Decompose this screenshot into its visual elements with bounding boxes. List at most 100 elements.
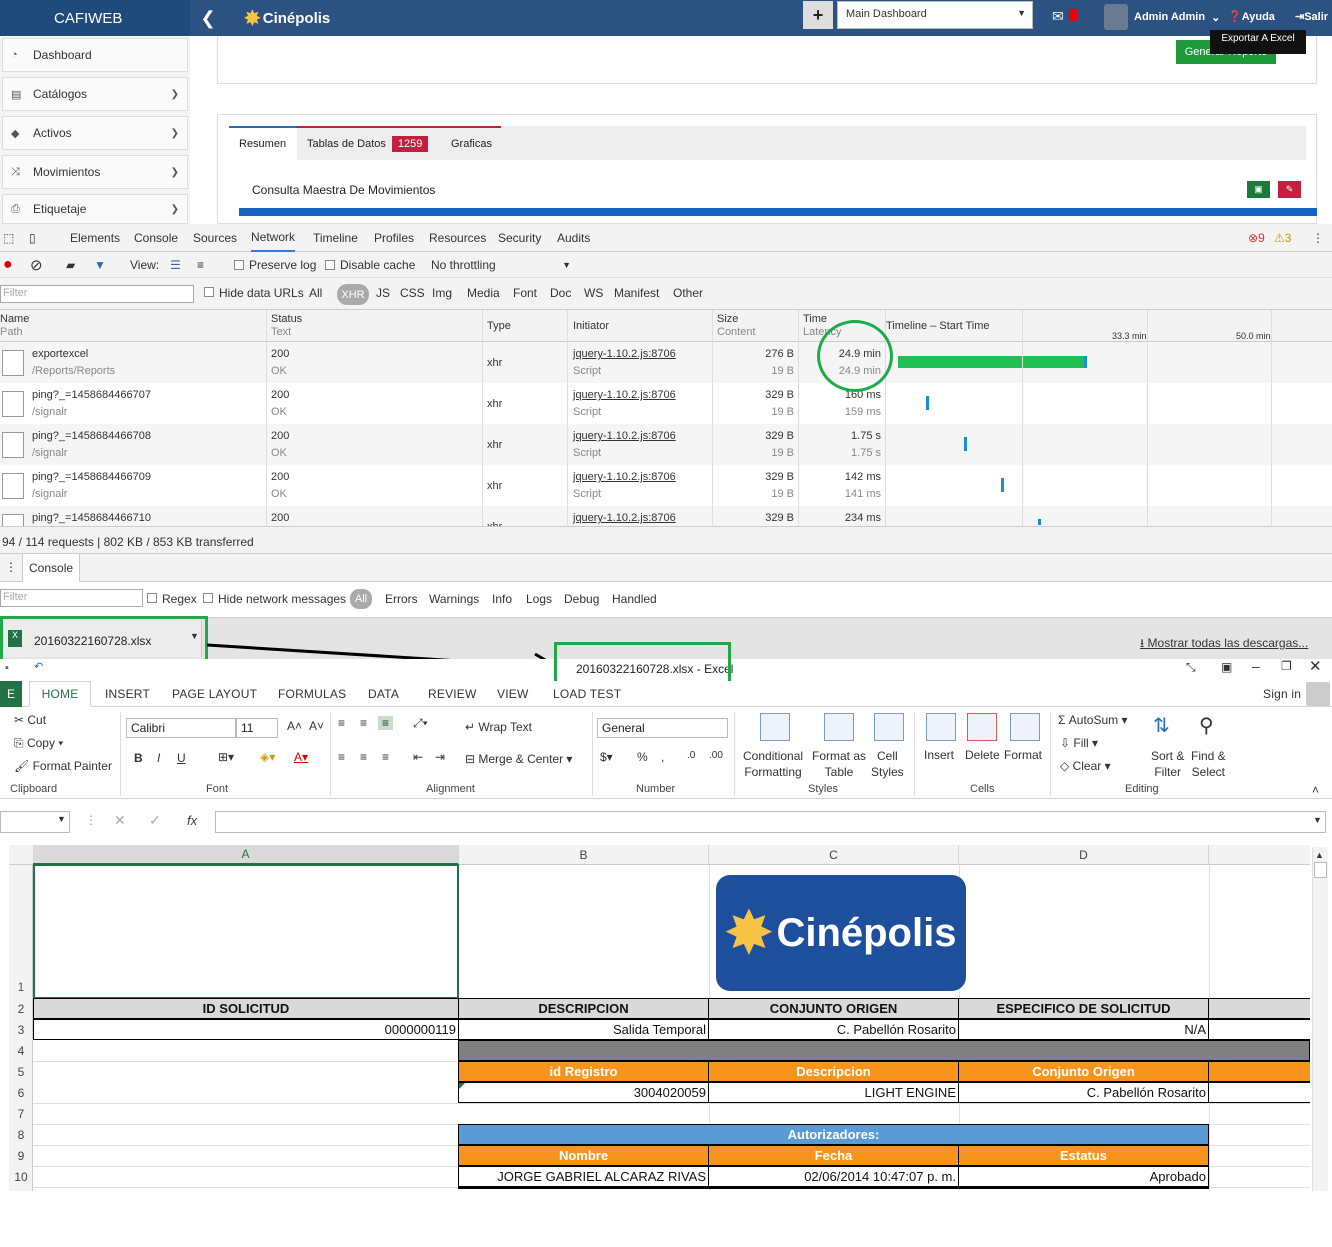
level-warnings[interactable]: Warnings bbox=[429, 592, 479, 606]
row-header-2[interactable]: 2 bbox=[9, 1002, 33, 1016]
data-cell[interactable]: 3004020059 bbox=[458, 1082, 709, 1103]
bold-button[interactable]: B bbox=[134, 751, 143, 765]
insert-button[interactable]: Insert bbox=[924, 748, 954, 762]
tab-tablas-de-datos[interactable]: Tablas de Datos 1259 bbox=[297, 126, 441, 160]
cancel-icon[interactable]: ✕ bbox=[114, 812, 126, 829]
console-filter-input[interactable]: Filter bbox=[0, 589, 143, 607]
level-logs[interactable]: Logs bbox=[526, 592, 552, 606]
column-header-a[interactable]: A bbox=[33, 845, 459, 865]
tab-graficas[interactable]: Graficas bbox=[441, 126, 501, 160]
format-as-table-button[interactable]: Format as Table bbox=[812, 748, 866, 780]
align-top-icon[interactable]: ≡ bbox=[338, 716, 345, 730]
shrink-font-icon[interactable]: A˅ bbox=[309, 719, 324, 733]
tab-data[interactable]: DATA bbox=[368, 681, 399, 707]
throttling-select[interactable]: No throttling ▼ bbox=[431, 252, 571, 278]
filter-icon[interactable]: ▼ bbox=[94, 252, 106, 278]
data-cell[interactable]: 0000000119 bbox=[33, 1019, 459, 1040]
sidebar-item-movimientos[interactable]: ⤨ Movimientos ❯ bbox=[2, 155, 188, 189]
fill-button[interactable]: ⇩ Fill ▾ bbox=[1060, 736, 1098, 750]
header-cell[interactable]: Estatus bbox=[958, 1145, 1209, 1166]
disable-cache-checkbox[interactable]: Disable cache bbox=[325, 252, 415, 278]
dashboard-select[interactable]: Main Dashboard ▼ bbox=[837, 1, 1033, 29]
align-bottom-icon[interactable]: ≡ bbox=[378, 716, 394, 730]
data-cell[interactable]: C. Pabellón Rosarito bbox=[958, 1082, 1209, 1103]
table-row[interactable]: ping?_=1458684466708/signalr 200 OK xhr jque… bbox=[0, 424, 1332, 465]
device-mode-icon[interactable]: ▯ bbox=[29, 224, 36, 252]
filter-doc[interactable]: Doc bbox=[550, 286, 571, 300]
align-center-icon[interactable]: ≡ bbox=[360, 750, 367, 764]
restore-icon[interactable]: ❐ bbox=[1281, 659, 1292, 673]
filter-other[interactable]: Other bbox=[673, 286, 703, 300]
more-vertical-icon[interactable]: ⋮ bbox=[5, 560, 17, 574]
minimize-icon[interactable]: – bbox=[1252, 658, 1260, 674]
regex-checkbox[interactable]: Regex bbox=[147, 592, 197, 606]
chevron-down-icon[interactable]: ▼ bbox=[1313, 815, 1322, 825]
increase-decimal-icon[interactable]: .0 bbox=[687, 750, 695, 761]
tab-file[interactable]: E bbox=[0, 681, 22, 707]
logout-link[interactable]: ⇥Salir bbox=[1295, 10, 1328, 23]
envelope-icon[interactable]: ✉ bbox=[1052, 8, 1064, 25]
level-info[interactable]: Info bbox=[492, 592, 512, 606]
header-cell[interactable] bbox=[1208, 998, 1310, 1019]
hide-data-urls-checkbox[interactable]: Hide data URLs bbox=[204, 286, 304, 300]
col-name[interactable]: Name Path bbox=[0, 313, 29, 339]
sidebar-item-activos[interactable]: ◆ Activos ❯ bbox=[2, 116, 188, 150]
header-cell[interactable] bbox=[1208, 1061, 1310, 1082]
initiator-link[interactable]: jquery-1.10.2.js:8706 bbox=[573, 512, 676, 524]
tab-audits[interactable]: Audits bbox=[557, 224, 590, 252]
borders-icon[interactable]: ⊞▾ bbox=[218, 750, 234, 764]
show-all-downloads-link[interactable]: ⭳ Mostrar todas las descargas... bbox=[1140, 634, 1308, 655]
tab-console-drawer[interactable]: Console bbox=[22, 554, 81, 582]
user-menu[interactable]: Admin Admin ⌄ bbox=[1104, 4, 1220, 30]
insert-function-icon[interactable]: fx bbox=[187, 813, 197, 828]
ribbon-options-icon[interactable]: ⤡ bbox=[1186, 660, 1196, 675]
header-cell[interactable]: id Registro bbox=[458, 1061, 709, 1082]
preserve-log-checkbox[interactable]: Preserve log bbox=[234, 252, 316, 278]
number-format-select[interactable]: General bbox=[597, 718, 728, 738]
help-link[interactable]: ❓Ayuda bbox=[1228, 10, 1275, 23]
delete-button[interactable]: Delete bbox=[965, 748, 1000, 762]
header-cell[interactable]: Descripcion bbox=[708, 1061, 959, 1082]
level-handled[interactable]: Handled bbox=[612, 592, 657, 606]
excel-export-icon[interactable]: ▣ bbox=[1247, 181, 1270, 198]
initiator-link[interactable]: jquery-1.10.2.js:8706 bbox=[573, 348, 676, 360]
conditional-formatting-button[interactable]: Conditional Formatting bbox=[743, 748, 803, 780]
data-cell[interactable] bbox=[1208, 1019, 1310, 1040]
sort-filter-button[interactable]: Sort & Filter bbox=[1151, 748, 1184, 780]
data-cell[interactable]: Aprobado bbox=[958, 1166, 1209, 1187]
currency-icon[interactable]: $▾ bbox=[600, 750, 613, 764]
tab-timeline[interactable]: Timeline bbox=[313, 224, 358, 252]
increase-indent-icon[interactable]: ⇥ bbox=[435, 750, 445, 764]
percent-icon[interactable]: % bbox=[637, 750, 648, 764]
tab-formulas[interactable]: FORMULAS bbox=[278, 681, 346, 707]
fill-color-icon[interactable]: ◈▾ bbox=[260, 750, 275, 764]
table-row[interactable]: ping?_=1458684466710200xhrjquery-1.10.2.… bbox=[0, 506, 1332, 526]
grow-font-icon[interactable]: A˄ bbox=[287, 719, 302, 733]
filter-all[interactable]: All bbox=[309, 286, 322, 300]
filter-media[interactable]: Media bbox=[467, 286, 500, 300]
level-debug[interactable]: Debug bbox=[564, 592, 599, 606]
header-cell[interactable]: Fecha bbox=[708, 1145, 959, 1166]
decrease-decimal-icon[interactable]: .00 bbox=[709, 750, 723, 761]
header-cell[interactable]: Conjunto Origen bbox=[958, 1061, 1209, 1082]
tab-network[interactable]: Network bbox=[251, 224, 296, 252]
tab-resources[interactable]: Resources bbox=[429, 224, 486, 252]
camera-icon[interactable]: ▰ bbox=[66, 252, 75, 278]
table-row[interactable]: exportexcel/Reports/Reports 200 OK xhr jquer… bbox=[0, 342, 1332, 383]
header-cell[interactable]: CONJUNTO ORIGEN bbox=[708, 998, 959, 1019]
sidebar-item-dashboard[interactable]: ◔ Dashboard bbox=[2, 38, 188, 72]
filter-manifest[interactable]: Manifest bbox=[614, 286, 659, 300]
more-vertical-icon[interactable]: ⋮ bbox=[1312, 224, 1324, 252]
align-right-icon[interactable]: ≡ bbox=[382, 750, 389, 764]
avatar[interactable] bbox=[1306, 682, 1330, 706]
clear-button[interactable]: ◇ Clear ▾ bbox=[1060, 759, 1111, 773]
data-cell[interactable]: Salida Temporal bbox=[458, 1019, 709, 1040]
undo-icon[interactable]: ↶ bbox=[34, 660, 43, 673]
inspect-icon[interactable]: ⬚ bbox=[3, 224, 14, 252]
initiator-link[interactable]: jquery-1.10.2.js:8706 bbox=[573, 471, 676, 483]
data-cell[interactable]: N/A bbox=[958, 1019, 1209, 1040]
formula-input[interactable] bbox=[215, 811, 1326, 833]
align-middle-icon[interactable]: ≡ bbox=[360, 716, 367, 730]
sidebar-item-catalogos[interactable]: ▤ Catálogos ❯ bbox=[2, 77, 188, 111]
tab-profiles[interactable]: Profiles bbox=[374, 224, 414, 252]
